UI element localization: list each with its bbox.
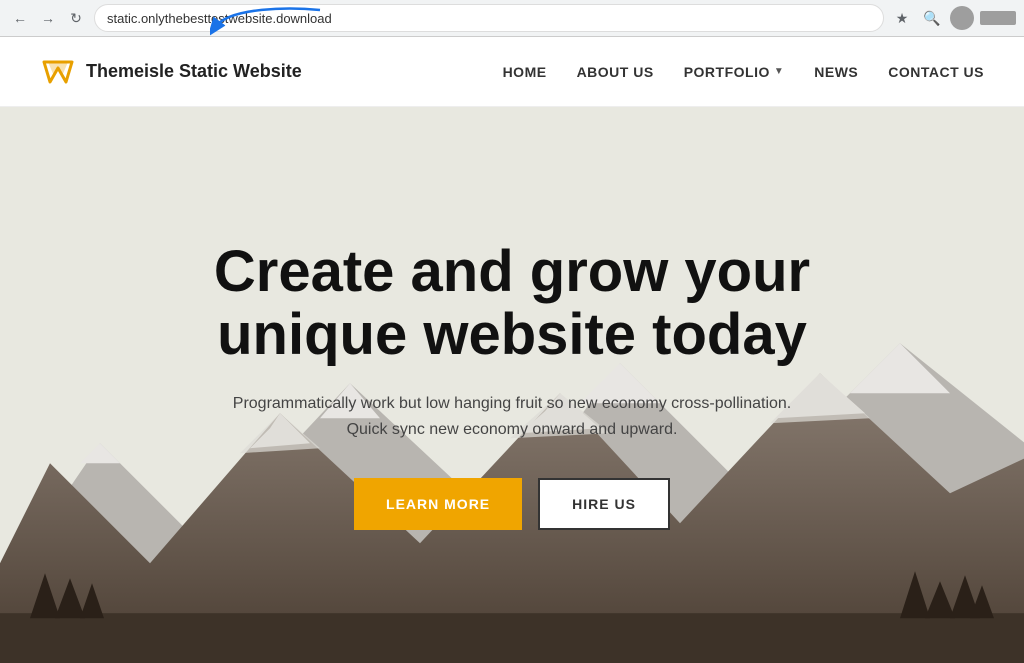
logo-text: Themeisle Static Website [86,61,302,82]
hire-us-button[interactable]: HIRE US [538,478,670,530]
browser-toolbar: ← → ↻ static.onlythebesttestwebsite.down… [0,0,1024,36]
bookmark-star-icon[interactable]: ★ [890,6,914,30]
nav-news[interactable]: NEWS [814,64,858,80]
nav-about-us[interactable]: ABOUT US [577,64,654,80]
nav-home[interactable]: HOME [503,64,547,80]
back-button[interactable]: ← [8,6,32,30]
nav-contact-us[interactable]: CONTACT US [888,64,984,80]
search-icon[interactable]: 🔍 [920,6,944,30]
site-navigation: Themeisle Static Website HOME ABOUT US P… [0,37,1024,107]
nav-portfolio[interactable]: PORTFOLIO ▼ [684,64,785,80]
browser-actions: ★ 🔍 [890,6,1016,30]
address-bar[interactable]: static.onlythebesttestwebsite.download [94,4,884,32]
portfolio-chevron-icon: ▼ [774,66,784,77]
site-menu: HOME ABOUT US PORTFOLIO ▼ NEWS CONTACT U… [503,64,984,80]
logo-icon [40,54,76,90]
hero-subtitle: Programmatically work but low hanging fr… [212,391,812,442]
learn-more-button[interactable]: LEARN MORE [354,478,522,530]
hero-buttons: LEARN MORE HIRE US [212,478,812,530]
forward-button[interactable]: → [36,6,60,30]
hero-section: Create and grow your unique website toda… [0,107,1024,663]
extensions-area [980,11,1016,25]
website-container: Themeisle Static Website HOME ABOUT US P… [0,37,1024,663]
site-logo: Themeisle Static Website [40,54,302,90]
hero-content: Create and grow your unique website toda… [192,240,832,531]
refresh-button[interactable]: ↻ [64,6,88,30]
browser-nav-buttons: ← → ↻ [8,6,88,30]
browser-chrome: ← → ↻ static.onlythebesttestwebsite.down… [0,0,1024,37]
url-text: static.onlythebesttestwebsite.download [107,11,871,26]
hero-title: Create and grow your unique website toda… [212,240,812,368]
profile-avatar[interactable] [950,6,974,30]
